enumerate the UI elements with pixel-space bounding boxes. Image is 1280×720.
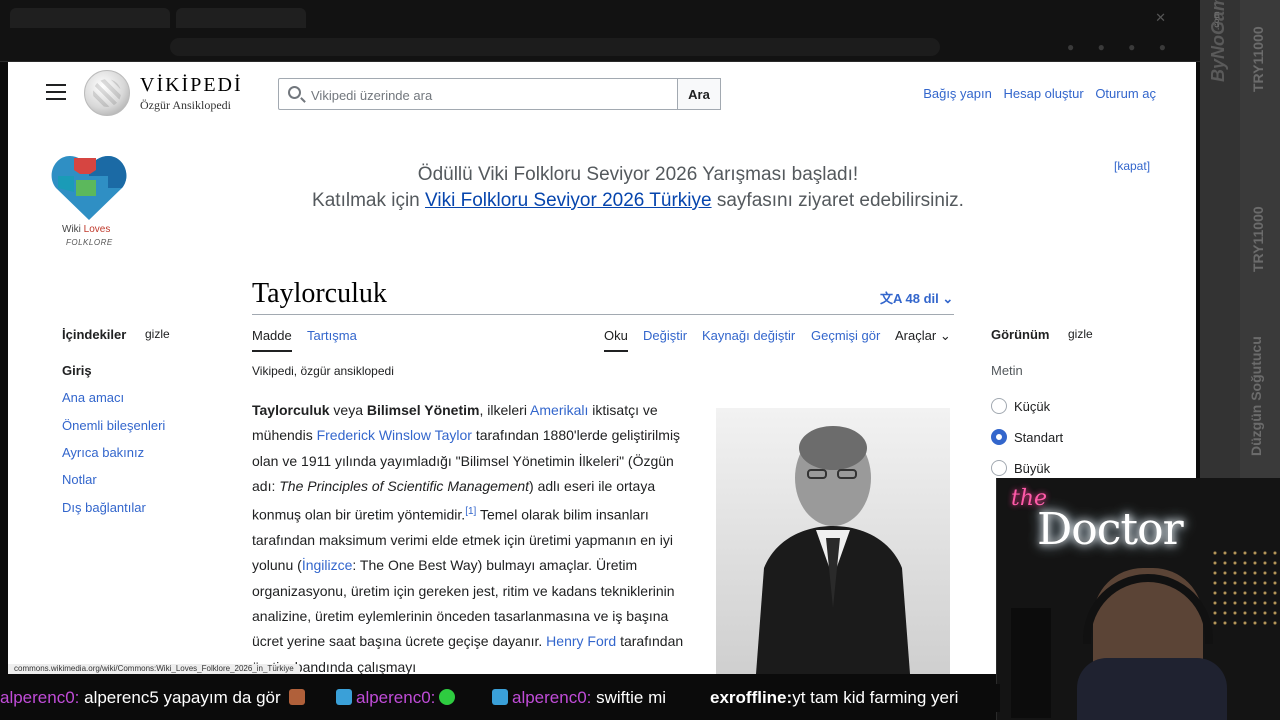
tab-read[interactable]: Oku <box>604 328 628 343</box>
address-bar[interactable] <box>170 38 940 56</box>
neon-sign: Doctor <box>1037 504 1184 555</box>
notice-line-1: Ödüllü Viki Folkloru Seviyor 2026 Yarışm… <box>417 164 859 185</box>
tools-menu[interactable]: Araçlar ⌄ <box>895 328 951 344</box>
emote-icon <box>492 689 508 705</box>
tab-strip <box>10 8 1190 28</box>
sponsor-text: Düzgün Soğutucu <box>1248 336 1264 456</box>
title-divider <box>252 314 954 315</box>
tab-edit[interactable]: Değiştir <box>643 328 687 343</box>
sponsor-strip: ByNoGame .com TRY11000 TRY11000 Düzgün S… <box>1200 0 1280 480</box>
radio-small[interactable] <box>991 398 1007 414</box>
menu-icon[interactable] <box>46 84 66 100</box>
toc-item[interactable]: Dış bağlantılar <box>62 500 146 515</box>
user-links: Bağış yapın Hesap oluştur Oturum aç <box>915 86 1156 101</box>
tab-talk[interactable]: Tartışma <box>307 328 357 343</box>
portrait-image[interactable] <box>716 408 950 674</box>
logo-subtext: FOLKLORE <box>66 238 113 247</box>
toc-item[interactable]: Ana amacı <box>62 390 124 405</box>
close-icon[interactable]: ✕ <box>1155 10 1166 26</box>
emote-icon <box>336 689 352 705</box>
brand-suffix: .com <box>1212 11 1221 30</box>
wikipedia-globe-icon[interactable] <box>84 70 130 116</box>
headset <box>1083 574 1213 644</box>
browser-tab[interactable] <box>176 8 306 28</box>
chat-message: alperenc0: swiftie mi <box>488 688 666 708</box>
radio-label: Büyük <box>1014 461 1051 476</box>
donate-link[interactable]: Bağış yapın <box>923 86 992 101</box>
appearance-hide-button[interactable]: gizle <box>1068 327 1093 341</box>
portrait-photo <box>716 408 950 674</box>
chevron-down-icon: ⌄ <box>939 328 951 343</box>
appearance-heading: Görünüm <box>991 327 1050 342</box>
radio-label: Küçük <box>1014 399 1051 414</box>
emote-icon <box>439 689 456 705</box>
chat-message: exroffline:yt tam kid farming yeri <box>710 688 959 707</box>
dismiss-notice-link[interactable]: [kapat] <box>1114 159 1150 173</box>
link-status-bar: commons.wikimedia.org/wiki/Commons:Wiki_… <box>8 664 300 674</box>
tab-history[interactable]: Geçmişi gör <box>811 328 880 343</box>
chevron-down-icon: ⌄ <box>942 291 954 306</box>
toc-item[interactable]: Önemli bileşenleri <box>62 418 165 433</box>
string-lights <box>1210 548 1280 628</box>
site-header: VİKİPEDİ Özgür Ansiklopedi Ara Bağış yap… <box>8 62 1196 124</box>
page-title: Taylorculuk <box>252 278 387 309</box>
chat-message: alperenc0: alperenc5 yapayım da gör <box>0 688 309 708</box>
article-link[interactable]: Frederick Winslow Taylor <box>317 427 472 443</box>
radio-standard[interactable] <box>991 429 1007 445</box>
toc-item[interactable]: Notlar <box>62 472 97 487</box>
notice-line-2: Katılmak için Viki Folkloru Seviyor 2026… <box>312 190 964 211</box>
search-button[interactable]: Ara <box>677 78 721 110</box>
active-tab-indicator <box>252 350 292 352</box>
article-body: Taylorculuk veya Bilimsel Yönetim, ilkel… <box>252 402 684 674</box>
chat-ticker: alperenc0: alperenc5 yapayım da gör alpe… <box>0 684 1000 712</box>
promo-code: TRY11000 <box>1250 26 1266 92</box>
create-account-link[interactable]: Hesap oluştur <box>1003 86 1083 101</box>
radio-label: Standart <box>1014 430 1064 445</box>
puzzle-heart-icon <box>51 156 127 220</box>
active-tab-indicator <box>604 350 628 352</box>
emote-icon <box>289 689 306 705</box>
site-tagline: Özgür Ansiklopedi <box>140 98 231 112</box>
login-link[interactable]: Oturum aç <box>1095 86 1156 101</box>
search-box <box>278 78 678 110</box>
article-link[interactable]: Amerikalı <box>530 402 588 418</box>
search-icon <box>288 86 301 99</box>
toc-hide-button[interactable]: gizle <box>145 327 170 341</box>
promo-code: TRY11000 <box>1250 206 1266 272</box>
toolbar-icons: ● ● ● ● <box>1067 40 1176 54</box>
webcam-overlay: the Doctor <box>996 478 1280 720</box>
wiki-loves-folklore-logo[interactable]: Wiki Loves FOLKLORE <box>50 152 130 247</box>
logo-text: Wiki Loves <box>62 224 111 235</box>
browser-tab[interactable] <box>10 8 170 28</box>
language-button[interactable]: 文A 48 dil ⌄ <box>880 288 953 307</box>
radio-large[interactable] <box>991 460 1007 476</box>
notice-link[interactable]: Viki Folkloru Seviyor 2026 Türkiye <box>425 190 712 211</box>
text-size-label: Metin <box>991 363 1023 378</box>
toc-item[interactable]: Ayrıca bakınız <box>62 445 144 460</box>
site-wordmark[interactable]: VİKİPEDİ <box>140 74 243 97</box>
site-subtitle: Vikipedi, özgür ansiklopedi <box>252 364 394 378</box>
article-link[interactable]: İngilizce <box>302 557 353 573</box>
site-notice: Ödüllü Viki Folkloru Seviyor 2026 Yarışm… <box>268 162 1008 214</box>
browser-chrome: ✕ ● ● ● ● <box>0 0 1200 62</box>
tab-edit-source[interactable]: Kaynağı değiştir <box>702 328 795 343</box>
streamer-shirt <box>1077 658 1227 720</box>
toc-heading: İçindekiler <box>62 327 127 342</box>
article-link[interactable]: Henry Ford <box>546 633 616 649</box>
toc-item-giris[interactable]: Giriş <box>62 363 92 378</box>
citation-link[interactable]: [1] <box>465 506 476 517</box>
search-input[interactable] <box>311 85 671 105</box>
translate-icon: 文A <box>880 291 902 306</box>
tab-article[interactable]: Madde <box>252 328 292 343</box>
chat-message: alperenc0: <box>332 688 459 708</box>
microphone <box>1011 608 1051 718</box>
